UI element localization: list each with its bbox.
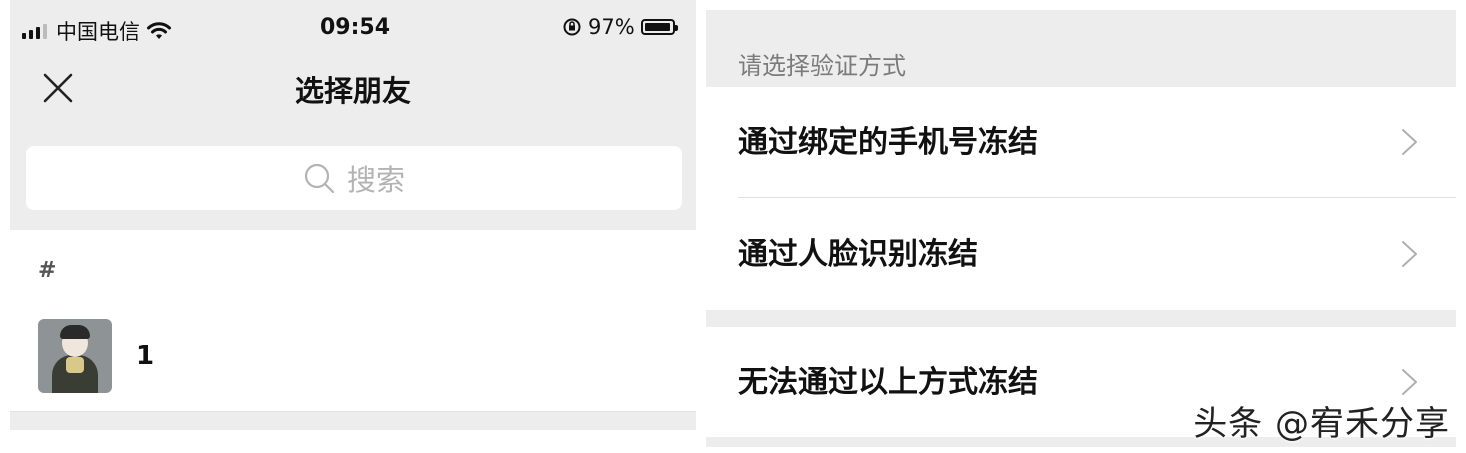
status-right-group: 97% bbox=[562, 15, 678, 39]
search-placeholder: 搜索 bbox=[346, 163, 405, 197]
divider bbox=[738, 197, 1456, 198]
page-title: 选择朋友 bbox=[294, 74, 411, 108]
battery-icon bbox=[640, 19, 678, 35]
watermark: 头条 @宥禾分享 bbox=[1193, 404, 1450, 444]
option-label: 通过绑定的手机号冻结 bbox=[738, 125, 1038, 160]
contact-name: 1 bbox=[136, 341, 155, 371]
option-label: 通过人脸识别冻结 bbox=[738, 237, 978, 272]
chevron-right-icon bbox=[1402, 241, 1417, 267]
wifi-icon bbox=[147, 22, 171, 39]
search-icon bbox=[304, 163, 335, 194]
status-bar: 中国电信 09:54 97% bbox=[10, 0, 696, 54]
option-face-freeze[interactable]: 通过人脸识别冻结 bbox=[706, 199, 1456, 310]
search-input[interactable]: 搜索 bbox=[26, 146, 682, 210]
battery-percent: 97% bbox=[588, 15, 635, 39]
status-time: 09:54 bbox=[320, 15, 391, 40]
battery-fill bbox=[644, 23, 670, 31]
search-area: 搜索 bbox=[10, 130, 696, 230]
contact-section: # 1 bbox=[10, 230, 696, 412]
section-gap bbox=[706, 310, 1456, 327]
option-phone-freeze[interactable]: 通过绑定的手机号冻结 bbox=[706, 87, 1456, 198]
nav-bar: 选择朋友 bbox=[10, 54, 696, 130]
section-header: 请选择验证方式 bbox=[706, 10, 1456, 87]
signal-icon bbox=[22, 23, 47, 39]
chevron-right-icon bbox=[1402, 129, 1417, 155]
avatar bbox=[38, 319, 112, 393]
index-label: # bbox=[38, 258, 57, 283]
option-label: 无法通过以上方式冻结 bbox=[738, 365, 1038, 400]
chevron-right-icon bbox=[1402, 369, 1417, 395]
carrier-name: 中国电信 bbox=[56, 20, 140, 44]
contact-row[interactable]: 1 bbox=[10, 302, 696, 410]
select-friend-screen: 中国电信 09:54 97% 选择朋友 搜索 # 1 bbox=[10, 0, 696, 453]
footer-strip bbox=[10, 412, 696, 430]
section-header-label: 请选择验证方式 bbox=[738, 52, 906, 80]
orientation-lock-icon bbox=[563, 18, 581, 36]
carrier-group: 中国电信 bbox=[22, 16, 172, 46]
verify-method-screen: 请选择验证方式 通过绑定的手机号冻结 通过人脸识别冻结 无法通过以上方式冻结 头… bbox=[706, 0, 1456, 453]
